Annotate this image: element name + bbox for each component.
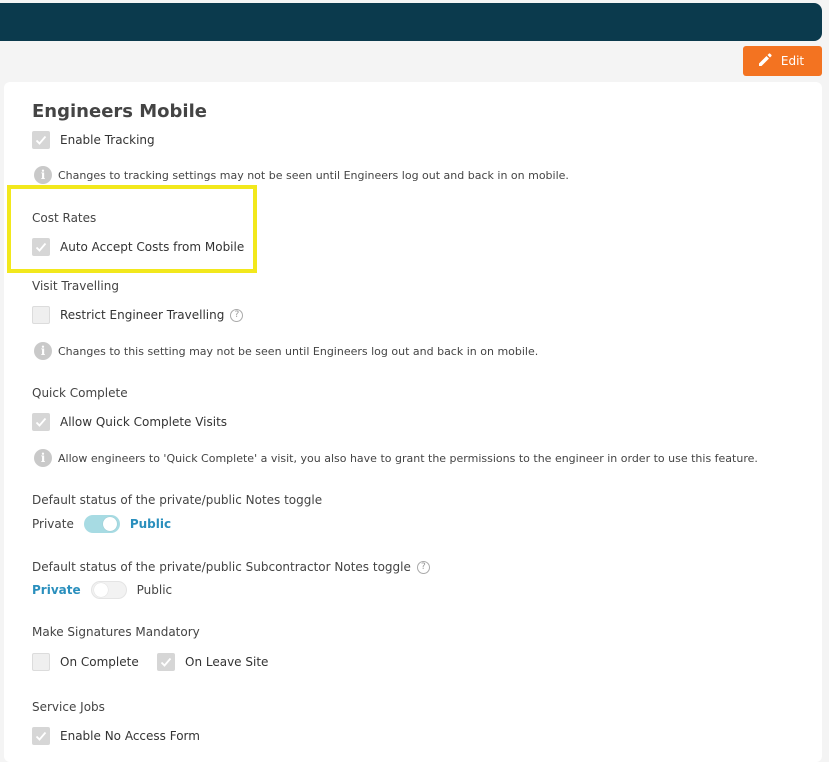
sub-notes-toggle-row: Private Public (32, 581, 172, 599)
quick-complete-heading: Quick Complete (32, 386, 128, 400)
tracking-info-text: Changes to tracking settings may not be … (58, 168, 569, 182)
enable-tracking-row: Enable Tracking (32, 131, 155, 149)
allow-quick-complete-label: Allow Quick Complete Visits (60, 415, 228, 429)
sub-notes-visibility-toggle[interactable] (90, 581, 127, 599)
visit-travelling-heading: Visit Travelling (32, 279, 119, 293)
notes-visibility-toggle[interactable] (83, 515, 120, 533)
enable-tracking-label: Enable Tracking (60, 133, 155, 147)
sub-notes-toggle-heading-row: Default status of the private/public Sub… (32, 560, 430, 574)
no-access-form-label: Enable No Access Form (60, 729, 200, 743)
quick-complete-info: i Allow engineers to 'Quick Complete' a … (34, 449, 758, 467)
on-complete-checkbox[interactable] (32, 653, 50, 671)
info-icon: i (34, 166, 52, 184)
info-icon: i (34, 342, 52, 360)
pencil-icon (757, 52, 773, 71)
edit-button-label: Edit (780, 54, 805, 68)
service-jobs-heading: Service Jobs (32, 700, 105, 714)
checkmark-icon (160, 657, 172, 667)
sub-notes-private-label: Private (32, 583, 81, 597)
help-icon[interactable]: ? (416, 560, 430, 574)
page-title: Engineers Mobile (32, 101, 207, 122)
checkmark-icon (35, 135, 47, 145)
travelling-info: i Changes to this setting may not be see… (34, 342, 538, 360)
restrict-travelling-checkbox[interactable] (32, 306, 50, 324)
info-icon: i (34, 449, 52, 467)
top-navigation-bar (0, 3, 822, 41)
restrict-travelling-row: Restrict Engineer Travelling ? (32, 306, 244, 324)
notes-toggle-row: Private Public (32, 515, 171, 533)
travelling-info-text: Changes to this setting may not be seen … (58, 344, 539, 358)
help-icon[interactable]: ? (230, 308, 244, 322)
on-complete-label: On Complete (60, 655, 139, 669)
notes-private-label: Private (32, 517, 74, 531)
cost-rates-highlight (7, 185, 257, 273)
quick-complete-info-text: Allow engineers to 'Quick Complete' a vi… (58, 451, 758, 465)
allow-quick-complete-checkbox[interactable] (32, 413, 50, 431)
no-access-form-row: Enable No Access Form (32, 727, 200, 745)
sub-notes-public-label: Public (136, 583, 173, 597)
signatures-heading: Make Signatures Mandatory (32, 625, 200, 639)
tracking-info: i Changes to tracking settings may not b… (34, 166, 569, 184)
checkmark-icon (35, 417, 47, 427)
restrict-travelling-label: Restrict Engineer Travelling (60, 308, 225, 322)
allow-quick-complete-row: Allow Quick Complete Visits (32, 413, 227, 431)
enable-tracking-checkbox[interactable] (32, 131, 50, 149)
checkmark-icon (35, 731, 47, 741)
on-complete-row: On Complete (32, 653, 139, 671)
notes-public-label: Public (129, 517, 172, 531)
settings-card: Engineers Mobile Enable Tracking i Chang… (4, 82, 822, 762)
sub-notes-toggle-heading: Default status of the private/public Sub… (32, 560, 411, 574)
on-leave-site-row: On Leave Site (157, 653, 268, 671)
on-leave-site-label: On Leave Site (185, 655, 269, 669)
on-leave-site-checkbox[interactable] (157, 653, 175, 671)
notes-toggle-heading: Default status of the private/public Not… (32, 493, 323, 507)
no-access-form-checkbox[interactable] (32, 727, 50, 745)
edit-button[interactable]: Edit (743, 46, 822, 76)
